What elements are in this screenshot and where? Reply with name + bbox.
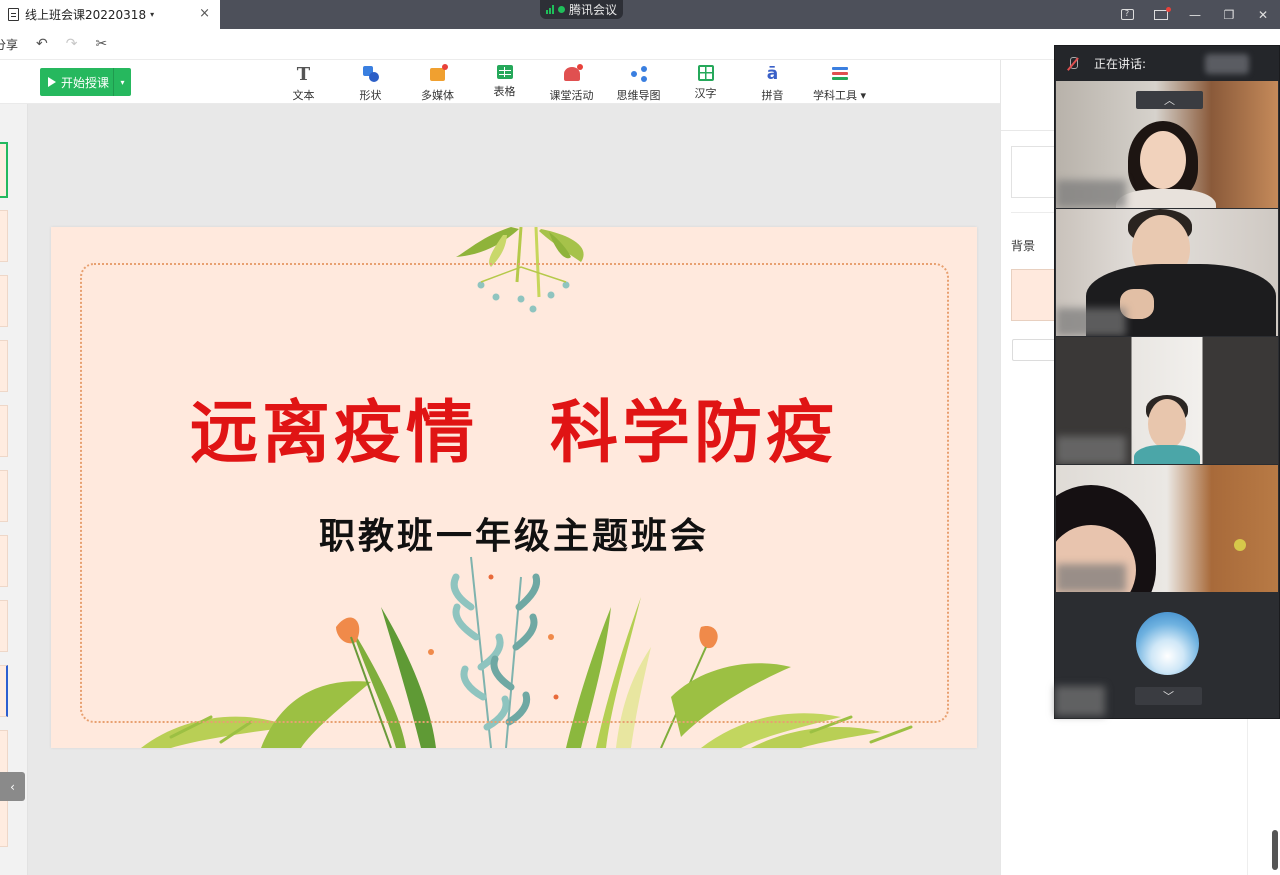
slide-title[interactable]: 远离疫情 科学防疫 bbox=[51, 377, 977, 476]
document-icon bbox=[8, 8, 19, 21]
meeting-app-name: 腾讯会议 bbox=[568, 3, 617, 17]
participant-video-tile[interactable]: ︿ bbox=[1056, 81, 1278, 208]
tool-shape[interactable]: 形状 bbox=[337, 63, 404, 103]
participant-name-redacted bbox=[1056, 180, 1126, 208]
tool-label: 形状 bbox=[359, 89, 382, 102]
start-options-dropdown[interactable]: ▾ bbox=[113, 68, 131, 96]
pinyin-icon: ā bbox=[766, 64, 779, 84]
shape-icon bbox=[362, 65, 380, 83]
minimize-button[interactable]: — bbox=[1178, 0, 1212, 29]
collapse-panel-button[interactable]: ‹ bbox=[0, 772, 25, 801]
tool-mindmap[interactable]: 思维导图 bbox=[605, 63, 672, 103]
redo-button[interactable]: ↷ bbox=[66, 36, 78, 52]
app-root: 线上班会课20220318 ▾ × 腾讯会议 ? — ❐ ✕ 分享 ↶ ↷ ✂ bbox=[0, 0, 1280, 875]
feedback-button[interactable]: ? bbox=[1110, 0, 1144, 29]
participant-name-redacted bbox=[1056, 436, 1126, 464]
mail-icon bbox=[1154, 6, 1171, 20]
slide-thumbnail[interactable] bbox=[0, 535, 8, 587]
slide-thumbnail[interactable] bbox=[0, 600, 8, 652]
chevron-down-icon[interactable]: ▾ bbox=[150, 10, 154, 19]
format-painter-button[interactable]: ✂ bbox=[95, 36, 107, 52]
participant-name-redacted bbox=[1056, 564, 1126, 592]
participant-video-tile[interactable] bbox=[1056, 337, 1278, 464]
speaker-name-redacted bbox=[1205, 54, 1249, 74]
activity-icon bbox=[563, 64, 583, 83]
slide-thumbnail[interactable] bbox=[0, 340, 8, 392]
text-icon: T bbox=[296, 63, 311, 85]
title-bar: 线上班会课20220318 ▾ × 腾讯会议 ? — ❐ ✕ bbox=[0, 0, 1280, 29]
feedback-icon: ? bbox=[1120, 9, 1134, 20]
participant-avatar[interactable] bbox=[1136, 612, 1199, 675]
tool-table[interactable]: 表格 bbox=[471, 63, 538, 103]
slide-thumbnail[interactable] bbox=[0, 665, 8, 717]
slide-thumbnail-strip bbox=[0, 104, 28, 875]
tool-label: 文本 bbox=[292, 89, 315, 102]
restore-button[interactable]: ❐ bbox=[1212, 0, 1246, 29]
insert-ribbon: 开始授课 ▾ T 文本 形状 多媒体 表格 课堂活动 思维导图 汉字 ā 拼音 … bbox=[0, 60, 1000, 104]
slide-thumbnail[interactable] bbox=[0, 210, 8, 262]
share-button[interactable]: 分享 bbox=[0, 36, 18, 53]
participant-name-redacted bbox=[1056, 308, 1126, 336]
speaking-label: 正在讲话: bbox=[1094, 57, 1147, 71]
tool-label: 拼音 bbox=[761, 89, 784, 102]
tool-class-activity[interactable]: 课堂活动 bbox=[538, 63, 605, 103]
scroll-down-button[interactable]: ﹀ bbox=[1135, 687, 1202, 705]
close-window-button[interactable]: ✕ bbox=[1246, 0, 1280, 29]
mindmap-icon bbox=[630, 65, 648, 83]
slide-thumbnail[interactable] bbox=[0, 470, 8, 522]
play-icon bbox=[48, 77, 56, 87]
scroll-up-button[interactable]: ︿ bbox=[1136, 91, 1203, 109]
hanzi-icon bbox=[697, 65, 714, 81]
participant-video-tile[interactable] bbox=[1056, 465, 1278, 592]
current-slide[interactable]: 远离疫情 科学防疫 职教班一年级主题班会 bbox=[51, 227, 977, 748]
slide-thumbnail[interactable] bbox=[0, 795, 8, 847]
message-button[interactable] bbox=[1144, 0, 1178, 29]
start-teaching-button[interactable]: 开始授课 ▾ bbox=[40, 68, 131, 96]
document-tab-title: 线上班会课20220318 bbox=[25, 8, 147, 22]
window-controls: ? — ❐ ✕ bbox=[1110, 0, 1280, 29]
document-tab[interactable]: 线上班会课20220318 ▾ × bbox=[0, 0, 220, 29]
tool-text[interactable]: T 文本 bbox=[270, 63, 337, 103]
tool-hanzi[interactable]: 汉字 bbox=[672, 63, 739, 103]
tool-label: 多媒体 bbox=[421, 89, 454, 102]
tool-subject-tools[interactable]: 学科工具 ▾ bbox=[806, 63, 873, 103]
undo-button[interactable]: ↶ bbox=[36, 36, 48, 52]
close-tab-icon[interactable]: × bbox=[199, 6, 210, 21]
tool-label: 学科工具 ▾ bbox=[812, 89, 867, 102]
tool-group: T 文本 形状 多媒体 表格 课堂活动 思维导图 汉字 ā 拼音 学科工具 ▾ bbox=[270, 63, 873, 103]
tool-label: 汉字 bbox=[694, 87, 717, 100]
quick-access-bar: 分享 ↶ ↷ ✂ bbox=[0, 29, 1054, 60]
meeting-video-panel: 正在讲话: ︿ ﹀ bbox=[1054, 45, 1280, 719]
video-panel-header: 正在讲话: bbox=[1055, 46, 1279, 81]
editing-canvas: 远离疫情 科学防疫 职教班一年级主题班会 bbox=[28, 104, 1000, 875]
connected-dot-icon bbox=[557, 6, 565, 13]
table-icon bbox=[496, 65, 513, 79]
media-icon bbox=[429, 64, 448, 83]
scrollbar-thumb[interactable] bbox=[1272, 830, 1278, 870]
start-teaching-label: 开始授课 bbox=[61, 75, 110, 90]
meeting-status-pill[interactable]: 腾讯会议 bbox=[540, 0, 623, 19]
tool-label: 课堂活动 bbox=[549, 89, 594, 102]
participant-video-tile[interactable] bbox=[1056, 209, 1278, 336]
slide-thumbnail[interactable] bbox=[0, 275, 8, 327]
tool-media[interactable]: 多媒体 bbox=[404, 63, 471, 103]
tool-label: 表格 bbox=[493, 85, 516, 98]
dotted-frame bbox=[80, 263, 949, 723]
signal-icon bbox=[545, 5, 554, 14]
subject-tools-icon bbox=[831, 65, 849, 83]
slide-subtitle[interactable]: 职教班一年级主题班会 bbox=[51, 507, 977, 559]
tool-label: 思维导图 bbox=[616, 89, 661, 102]
slide-thumbnail[interactable] bbox=[0, 405, 8, 457]
slide-thumbnail[interactable] bbox=[0, 142, 8, 198]
background-label: 背景 bbox=[1011, 239, 1036, 253]
mic-muted-icon[interactable] bbox=[1066, 56, 1080, 71]
participant-name-redacted bbox=[1055, 686, 1105, 716]
tool-pinyin[interactable]: ā 拼音 bbox=[739, 63, 806, 103]
